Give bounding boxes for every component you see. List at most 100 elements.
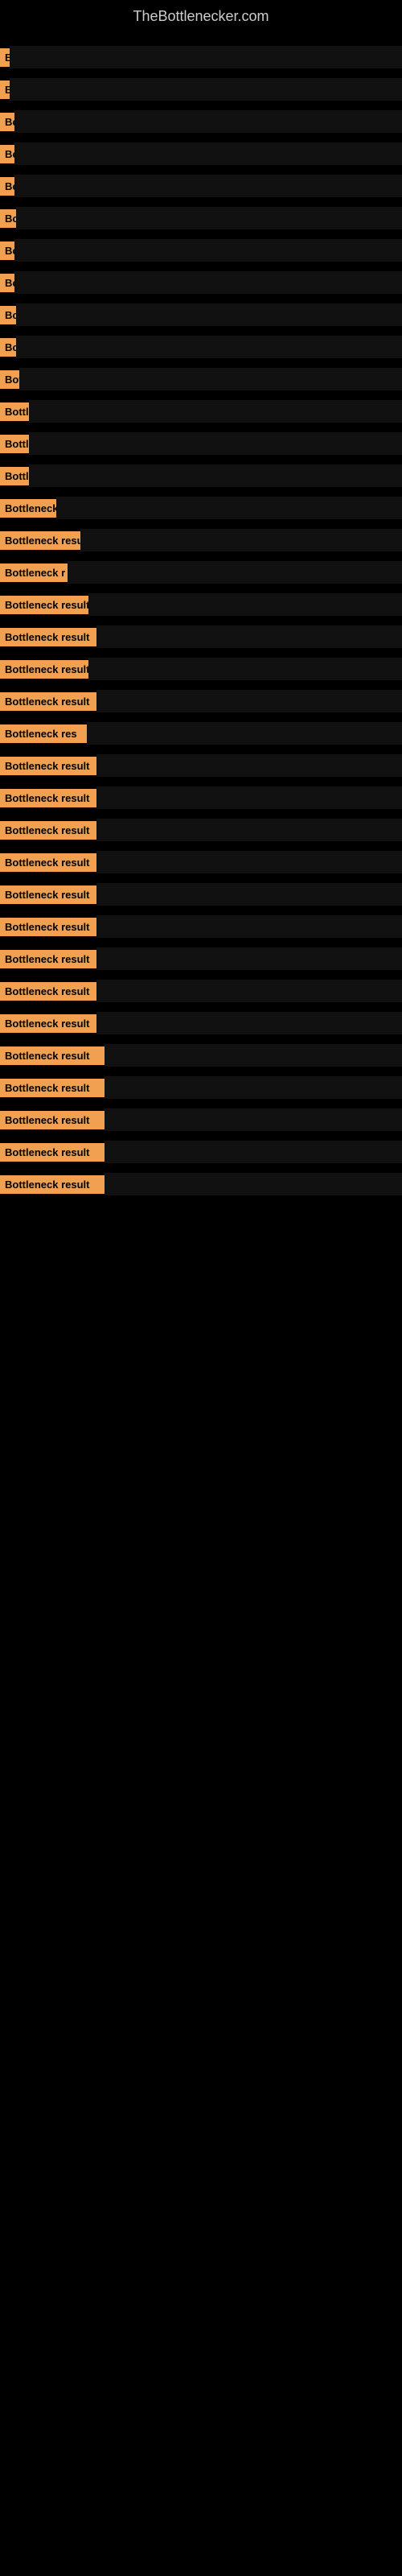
result-bar	[29, 432, 402, 455]
bottleneck-result-label: Bottleneck result	[0, 660, 88, 679]
list-item: Bottleneck result	[0, 1007, 402, 1039]
list-item: Bottleneck result	[0, 782, 402, 814]
bottleneck-result-label: Bottleneck result	[0, 1014, 96, 1033]
bottleneck-result-label: Bottleneck result	[0, 628, 96, 646]
list-item: Bot	[0, 202, 402, 234]
list-item: Bo	[0, 234, 402, 266]
list-item: Bottle	[0, 460, 402, 492]
results-container: BB Bo Bo Bo Bot Bo Bo Bot Bot Bott Bottle Bottle Bot…	[0, 41, 402, 1216]
bottleneck-result-label: Bottleneck result	[0, 596, 88, 614]
list-item: Bottleneck result	[0, 814, 402, 846]
list-item: Bottleneck res	[0, 717, 402, 749]
bottleneck-result-label: Bot	[0, 209, 16, 228]
list-item: Bottleneck result	[0, 749, 402, 782]
result-bar	[68, 561, 402, 584]
result-bar	[16, 207, 402, 229]
bottleneck-result-label: Bo	[0, 274, 14, 292]
result-bar	[96, 786, 402, 809]
bottleneck-result-label: Bottleneck resu	[0, 531, 80, 550]
bottleneck-result-label: Bo	[0, 177, 14, 196]
bottleneck-result-label: Bottleneck result	[0, 789, 96, 807]
list-item: Bottleneck result	[0, 1039, 402, 1071]
bottleneck-result-label: Bottleneck result	[0, 918, 96, 936]
list-item: Bo	[0, 105, 402, 138]
bottleneck-result-label: Bottleneck result	[0, 853, 96, 872]
bottleneck-result-label: Bottleneck result	[0, 1175, 105, 1194]
list-item: B	[0, 73, 402, 105]
result-bar	[105, 1173, 402, 1195]
result-bar	[29, 464, 402, 487]
result-bar	[16, 303, 402, 326]
bottleneck-result-label: Bottleneck result	[0, 692, 96, 711]
result-bar	[96, 980, 402, 1002]
bottleneck-result-label: Bottle	[0, 467, 29, 485]
result-bar	[14, 239, 402, 262]
result-bar	[19, 368, 402, 390]
bottleneck-result-label: Bottleneck result	[0, 1046, 105, 1065]
result-bar	[96, 690, 402, 712]
bottleneck-result-label: B	[0, 48, 10, 67]
list-item: Bo	[0, 138, 402, 170]
bottleneck-result-label: Bottleneck result	[0, 950, 96, 968]
list-item: Bo	[0, 266, 402, 299]
bottleneck-result-label: Bo	[0, 113, 14, 131]
list-item: Bott	[0, 363, 402, 395]
list-item: Bottleneck result	[0, 943, 402, 975]
bottleneck-result-label: Bottleneck result	[0, 1111, 105, 1129]
result-bar	[29, 400, 402, 423]
result-bar	[96, 851, 402, 873]
result-bar	[96, 883, 402, 906]
result-bar	[96, 1012, 402, 1034]
result-bar	[96, 947, 402, 970]
bottleneck-result-label: Bottleneck r	[0, 564, 68, 582]
list-item: Bottleneck result	[0, 846, 402, 878]
result-bar	[105, 1044, 402, 1067]
bottleneck-result-label: Bo	[0, 242, 14, 260]
bottleneck-result-label: Bottleneck	[0, 499, 56, 518]
bottleneck-result-label: Bot	[0, 338, 16, 357]
list-item: Bottleneck result	[0, 910, 402, 943]
site-title: TheBottlenecker.com	[0, 0, 402, 41]
result-bar	[105, 1108, 402, 1131]
list-item: Bot	[0, 299, 402, 331]
bottleneck-result-label: Bott	[0, 370, 19, 389]
result-bar	[14, 175, 402, 197]
bottleneck-result-label: Bottleneck result	[0, 757, 96, 775]
bottleneck-result-label: B	[0, 80, 10, 99]
list-item: Bottle	[0, 427, 402, 460]
list-item: Bot	[0, 331, 402, 363]
list-item: Bottleneck result	[0, 878, 402, 910]
result-bar	[88, 658, 402, 680]
bottleneck-result-label: Bottleneck result	[0, 1143, 105, 1162]
list-item: Bottleneck resu	[0, 524, 402, 556]
result-bar	[96, 625, 402, 648]
bottleneck-result-label: Bottleneck result	[0, 886, 96, 904]
result-bar	[96, 819, 402, 841]
bottleneck-result-label: Bottleneck result	[0, 982, 96, 1001]
bottleneck-result-label: Bot	[0, 306, 16, 324]
bottleneck-result-label: Bottle	[0, 435, 29, 453]
list-item: Bottleneck result	[0, 685, 402, 717]
bottleneck-result-label: Bo	[0, 145, 14, 163]
result-bar	[105, 1076, 402, 1099]
result-bar	[96, 915, 402, 938]
result-bar	[10, 78, 402, 101]
list-item: Bottleneck r	[0, 556, 402, 588]
result-bar	[16, 336, 402, 358]
list-item: Bottleneck result	[0, 653, 402, 685]
list-item: Bottleneck result	[0, 1168, 402, 1200]
result-bar	[96, 754, 402, 777]
list-item: Bo	[0, 170, 402, 202]
site-title-container: TheBottlenecker.com	[0, 0, 402, 41]
result-bar	[10, 46, 402, 68]
bottleneck-result-label: Bottleneck result	[0, 1079, 105, 1097]
list-item: Bottleneck result	[0, 588, 402, 621]
result-bar	[56, 497, 402, 519]
list-item: Bottleneck result	[0, 1104, 402, 1136]
result-bar	[87, 722, 402, 745]
result-bar	[14, 271, 402, 294]
list-item: Bottleneck result	[0, 975, 402, 1007]
list-item: Bottleneck result	[0, 621, 402, 653]
bottleneck-result-label: Bottle	[0, 402, 29, 421]
list-item: B	[0, 41, 402, 73]
